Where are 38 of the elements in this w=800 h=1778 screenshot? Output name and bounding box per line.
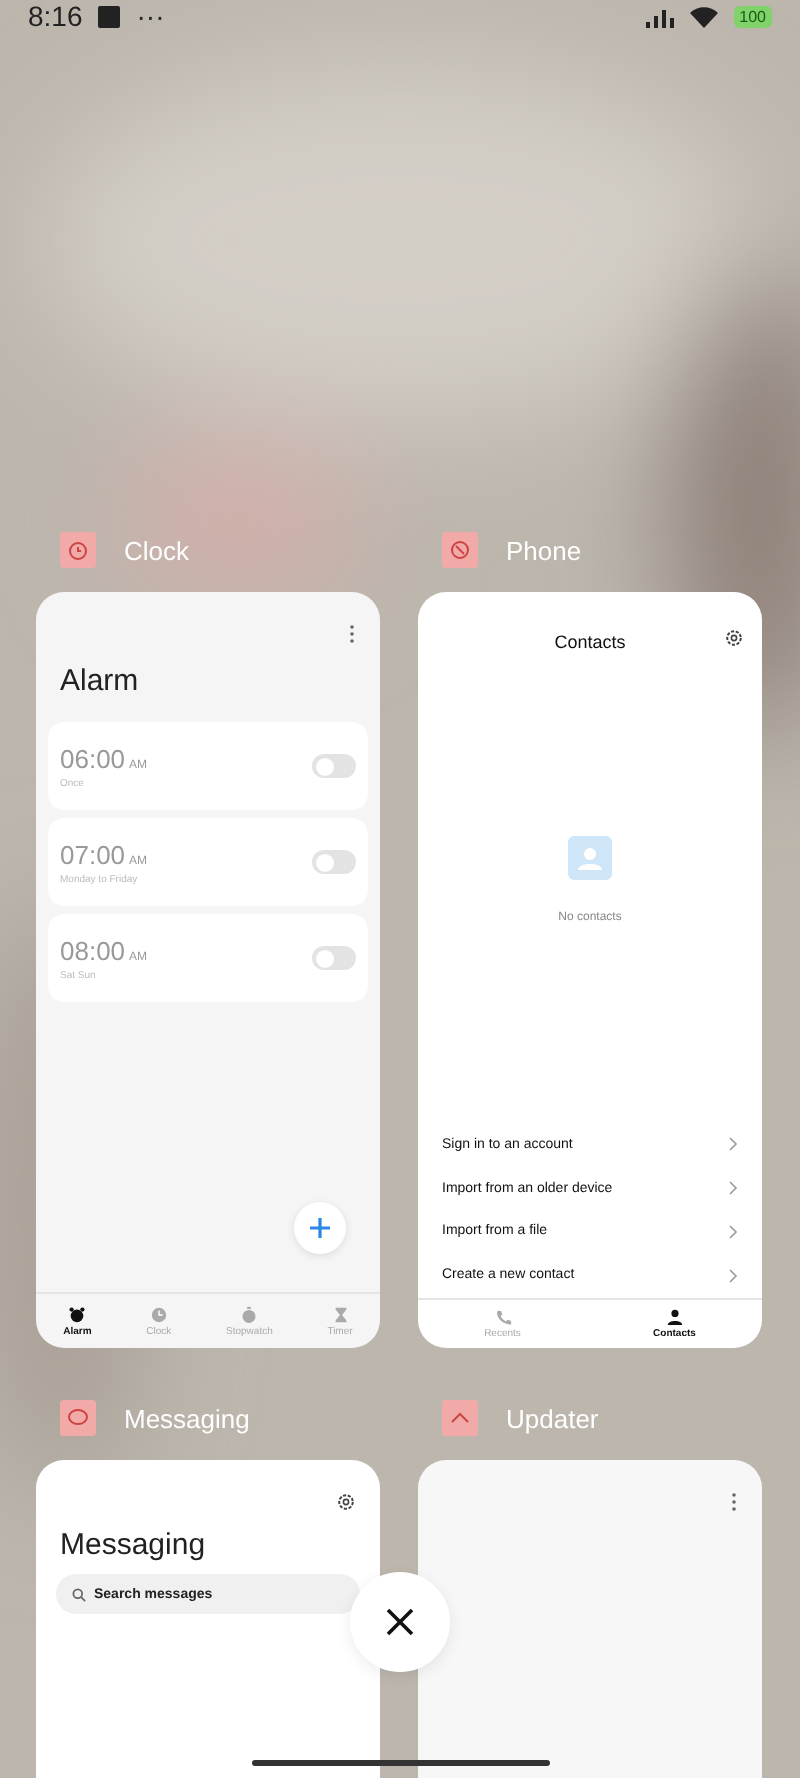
wifi-icon — [689, 5, 718, 27]
toggle-switch[interactable] — [312, 754, 356, 778]
stopwatch-icon — [240, 1305, 259, 1323]
app-name: Updater — [506, 1403, 599, 1433]
person-icon — [665, 1307, 684, 1326]
hourglass-icon — [331, 1305, 349, 1323]
app-name: Phone — [506, 535, 582, 565]
more-icon[interactable] — [348, 624, 356, 644]
settings-icon[interactable] — [336, 1492, 356, 1512]
clock-icon — [60, 532, 96, 568]
notification-icon — [98, 5, 121, 27]
chevron-right-icon — [728, 1223, 738, 1240]
chevron-right-icon — [728, 1136, 738, 1153]
settings-icon[interactable] — [724, 628, 744, 648]
phone-icon — [442, 532, 478, 568]
alarm-clock-icon — [68, 1305, 87, 1323]
clock-icon — [149, 1305, 168, 1323]
plus-icon — [308, 1216, 332, 1240]
app-name: Messaging — [124, 1403, 250, 1433]
toggle-switch[interactable] — [312, 946, 356, 970]
app-name: Clock — [124, 535, 190, 565]
toggle-switch[interactable] — [312, 850, 356, 874]
chat-bubble-icon — [60, 1400, 96, 1436]
close-icon — [386, 1608, 414, 1636]
search-icon — [72, 1587, 86, 1601]
more-icon[interactable] — [730, 1492, 738, 1512]
screen-title: Contacts — [554, 632, 626, 652]
screen-title: Alarm — [58, 662, 141, 702]
screen-title: Messaging — [58, 1526, 208, 1566]
add-button[interactable] — [294, 1202, 346, 1254]
contact-placeholder-icon — [568, 836, 612, 880]
chevron-right-icon — [728, 1267, 738, 1284]
signal-icon — [645, 5, 674, 27]
notification-overflow: ··· — [136, 0, 165, 32]
phone-icon — [493, 1307, 512, 1326]
status-time: 8:16 — [28, 0, 83, 32]
arrow-up-icon — [442, 1400, 478, 1436]
chevron-right-icon — [728, 1180, 738, 1197]
